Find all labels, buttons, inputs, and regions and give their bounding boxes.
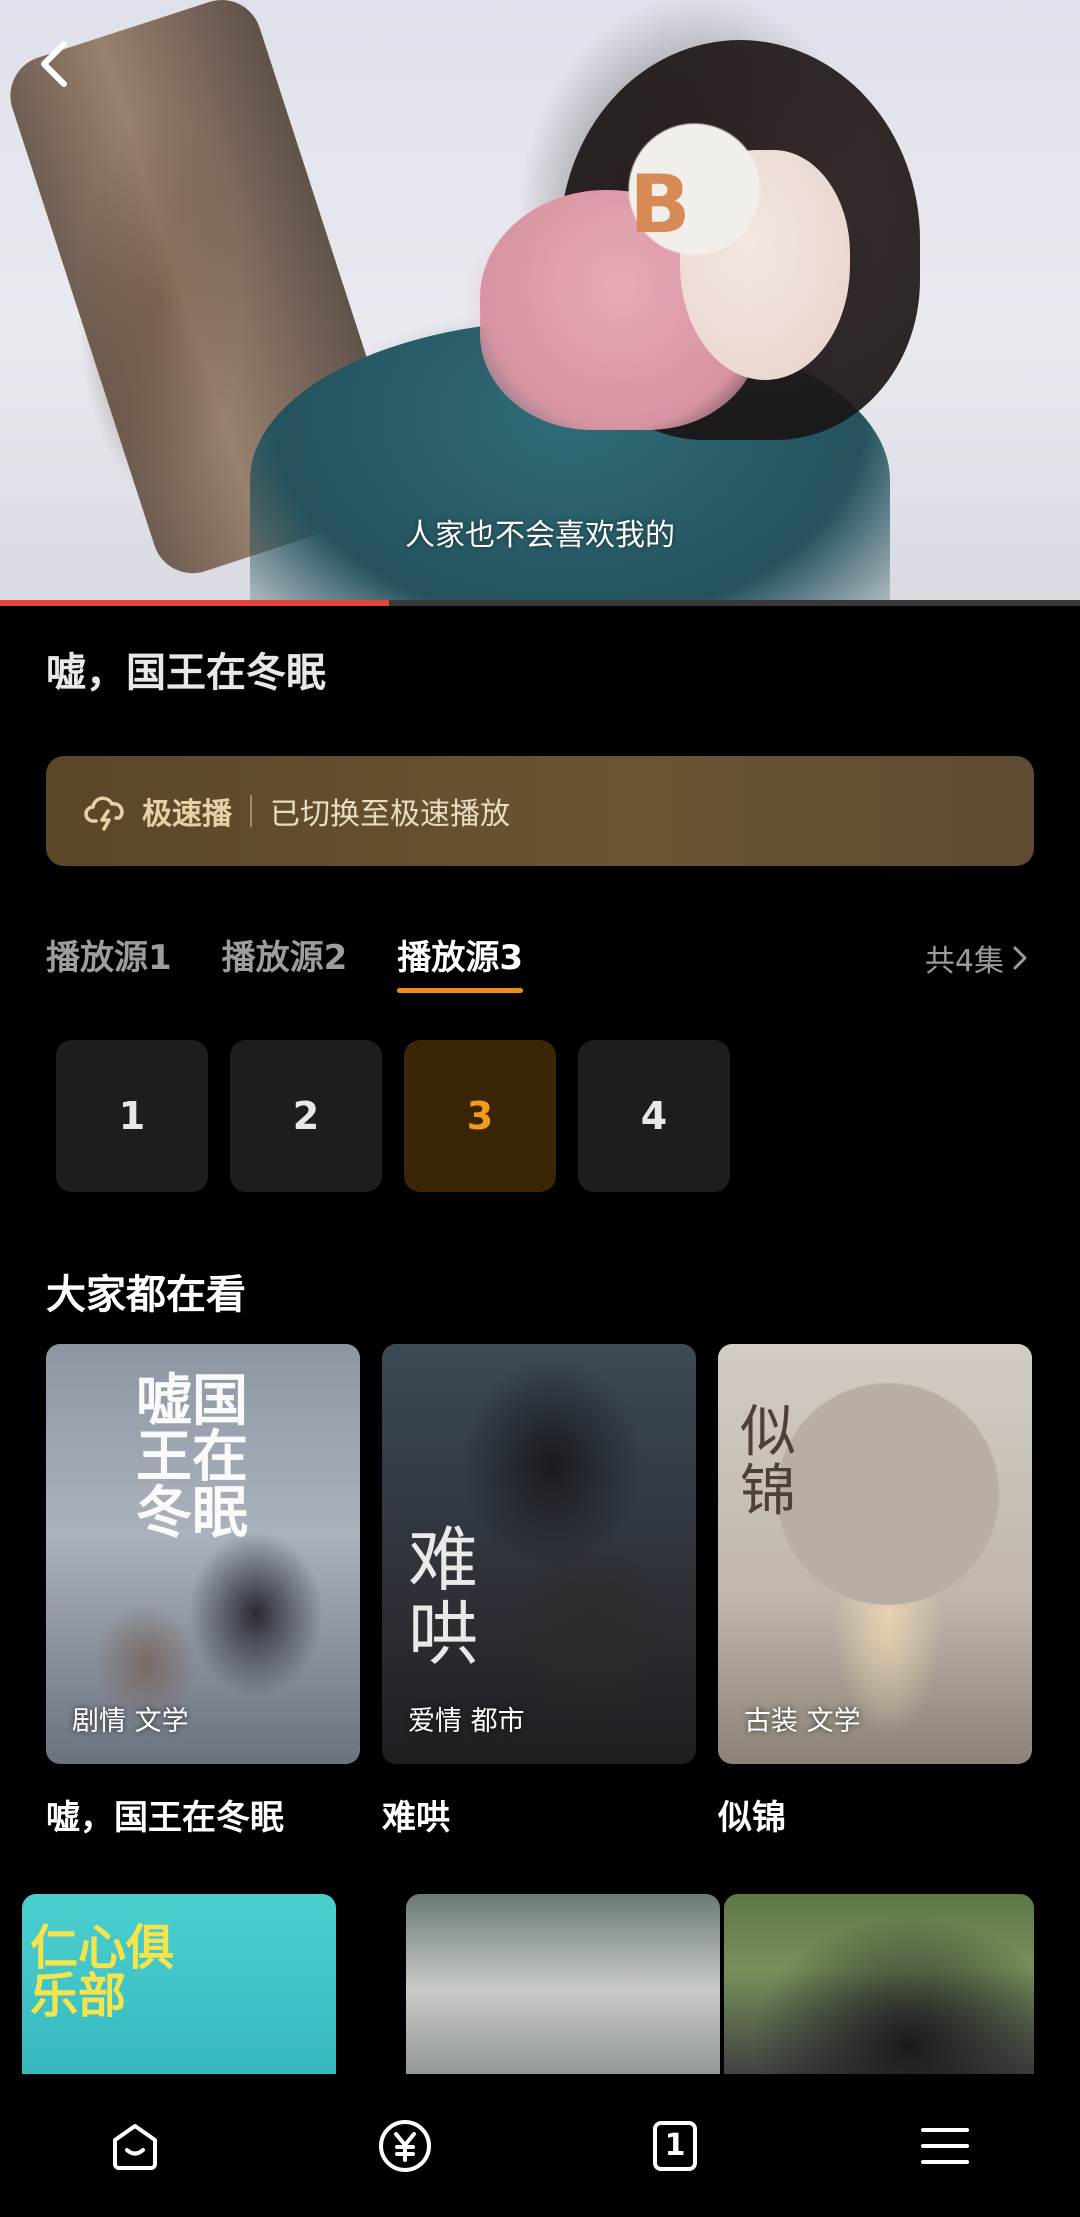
recommend-row-2: 仁心俱乐部 <box>0 1894 1080 2084</box>
poster-image: 似锦 古装 文学 <box>718 1344 1032 1764</box>
chevron-right-icon <box>1013 946 1027 970</box>
poster-image: 难哄 爱情 都市 <box>382 1344 696 1764</box>
speed-banner-divider <box>250 795 252 827</box>
episode-count-label: 共4集 <box>924 944 1004 979</box>
card-tags: 古装 文学 <box>744 1706 861 1737</box>
video-player[interactable]: B 人家也不会喜欢我的 <box>0 0 1080 604</box>
poster-title-art: 嘘国王在冬眠 <box>136 1369 248 1546</box>
recommend-card-partial[interactable] <box>406 1894 720 2084</box>
bottom-nav: 1 <box>0 2074 1080 2217</box>
poster-title-art: 仁心俱乐部 <box>30 1920 175 2024</box>
speed-play-label: 极速播 <box>142 797 232 832</box>
source-tabs: 播放源1 播放源2 播放源3 <box>46 930 523 993</box>
recommend-section-title: 大家都在看 <box>46 1272 246 1318</box>
yuan-coin-icon <box>379 2119 431 2172</box>
poster-title-art: 难哄 <box>408 1519 478 1675</box>
nav-home-button[interactable] <box>100 2111 170 2181</box>
card-title: 似锦 <box>718 1798 786 1838</box>
nav-menu-button[interactable] <box>910 2111 980 2181</box>
poster-title-art: 似锦 <box>740 1400 796 1524</box>
episode-button-2[interactable]: 2 <box>230 1040 382 1192</box>
recommend-card-partial[interactable] <box>724 1894 1034 2084</box>
recommend-card-partial[interactable]: 仁心俱乐部 <box>22 1894 336 2084</box>
episode-button-1[interactable]: 1 <box>56 1040 208 1192</box>
video-progress-bar[interactable] <box>0 600 1080 606</box>
tab-source-3[interactable]: 播放源3 <box>397 930 523 993</box>
card-tags: 爱情 都市 <box>408 1706 525 1737</box>
speed-play-message: 已切换至极速播放 <box>270 797 510 832</box>
speed-play-banner[interactable]: 极速播 已切换至极速播放 <box>46 756 1034 866</box>
tab-count-badge: 1 <box>664 2127 686 2163</box>
menu-icon <box>921 2127 969 2164</box>
recommend-card[interactable]: 嘘国王在冬眠 剧情 文学 嘘，国王在冬眠 <box>46 1344 360 1839</box>
episode-button-4[interactable]: 4 <box>578 1040 730 1192</box>
tab-source-2[interactable]: 播放源2 <box>222 930 348 993</box>
recommend-card[interactable]: 似锦 古装 文学 似锦 <box>718 1344 1032 1839</box>
recommend-cards: 嘘国王在冬眠 剧情 文学 嘘，国王在冬眠 难哄 爱情 都市 难哄 似锦 古装 文… <box>46 1344 1032 1839</box>
cloud-lightning-icon <box>84 796 124 831</box>
home-icon <box>113 2123 157 2170</box>
chevron-left-icon <box>41 41 67 87</box>
recommend-card[interactable]: 难哄 爱情 都市 难哄 <box>382 1344 696 1839</box>
episode-grid: 1 2 3 4 <box>56 1040 730 1192</box>
episode-count-link[interactable]: 共4集 <box>925 936 1028 980</box>
tab-source-1[interactable]: 播放源1 <box>46 930 172 993</box>
video-frame-earmuff-logo: B <box>629 158 691 251</box>
nav-tabs-button[interactable]: 1 <box>640 2111 710 2181</box>
video-progress-fill <box>0 600 389 606</box>
episode-button-3[interactable]: 3 <box>404 1040 556 1192</box>
show-title: 嘘，国王在冬眠 <box>46 650 326 696</box>
nav-coin-button[interactable] <box>370 2111 440 2181</box>
card-title: 难哄 <box>382 1798 450 1838</box>
card-tags: 剧情 文学 <box>72 1706 189 1737</box>
video-frame-earmuff <box>560 80 880 290</box>
poster-image: 嘘国王在冬眠 剧情 文学 <box>46 1344 360 1764</box>
video-subtitle: 人家也不会喜欢我的 <box>405 518 675 553</box>
back-button[interactable] <box>34 36 78 92</box>
card-title: 嘘，国王在冬眠 <box>46 1798 284 1838</box>
